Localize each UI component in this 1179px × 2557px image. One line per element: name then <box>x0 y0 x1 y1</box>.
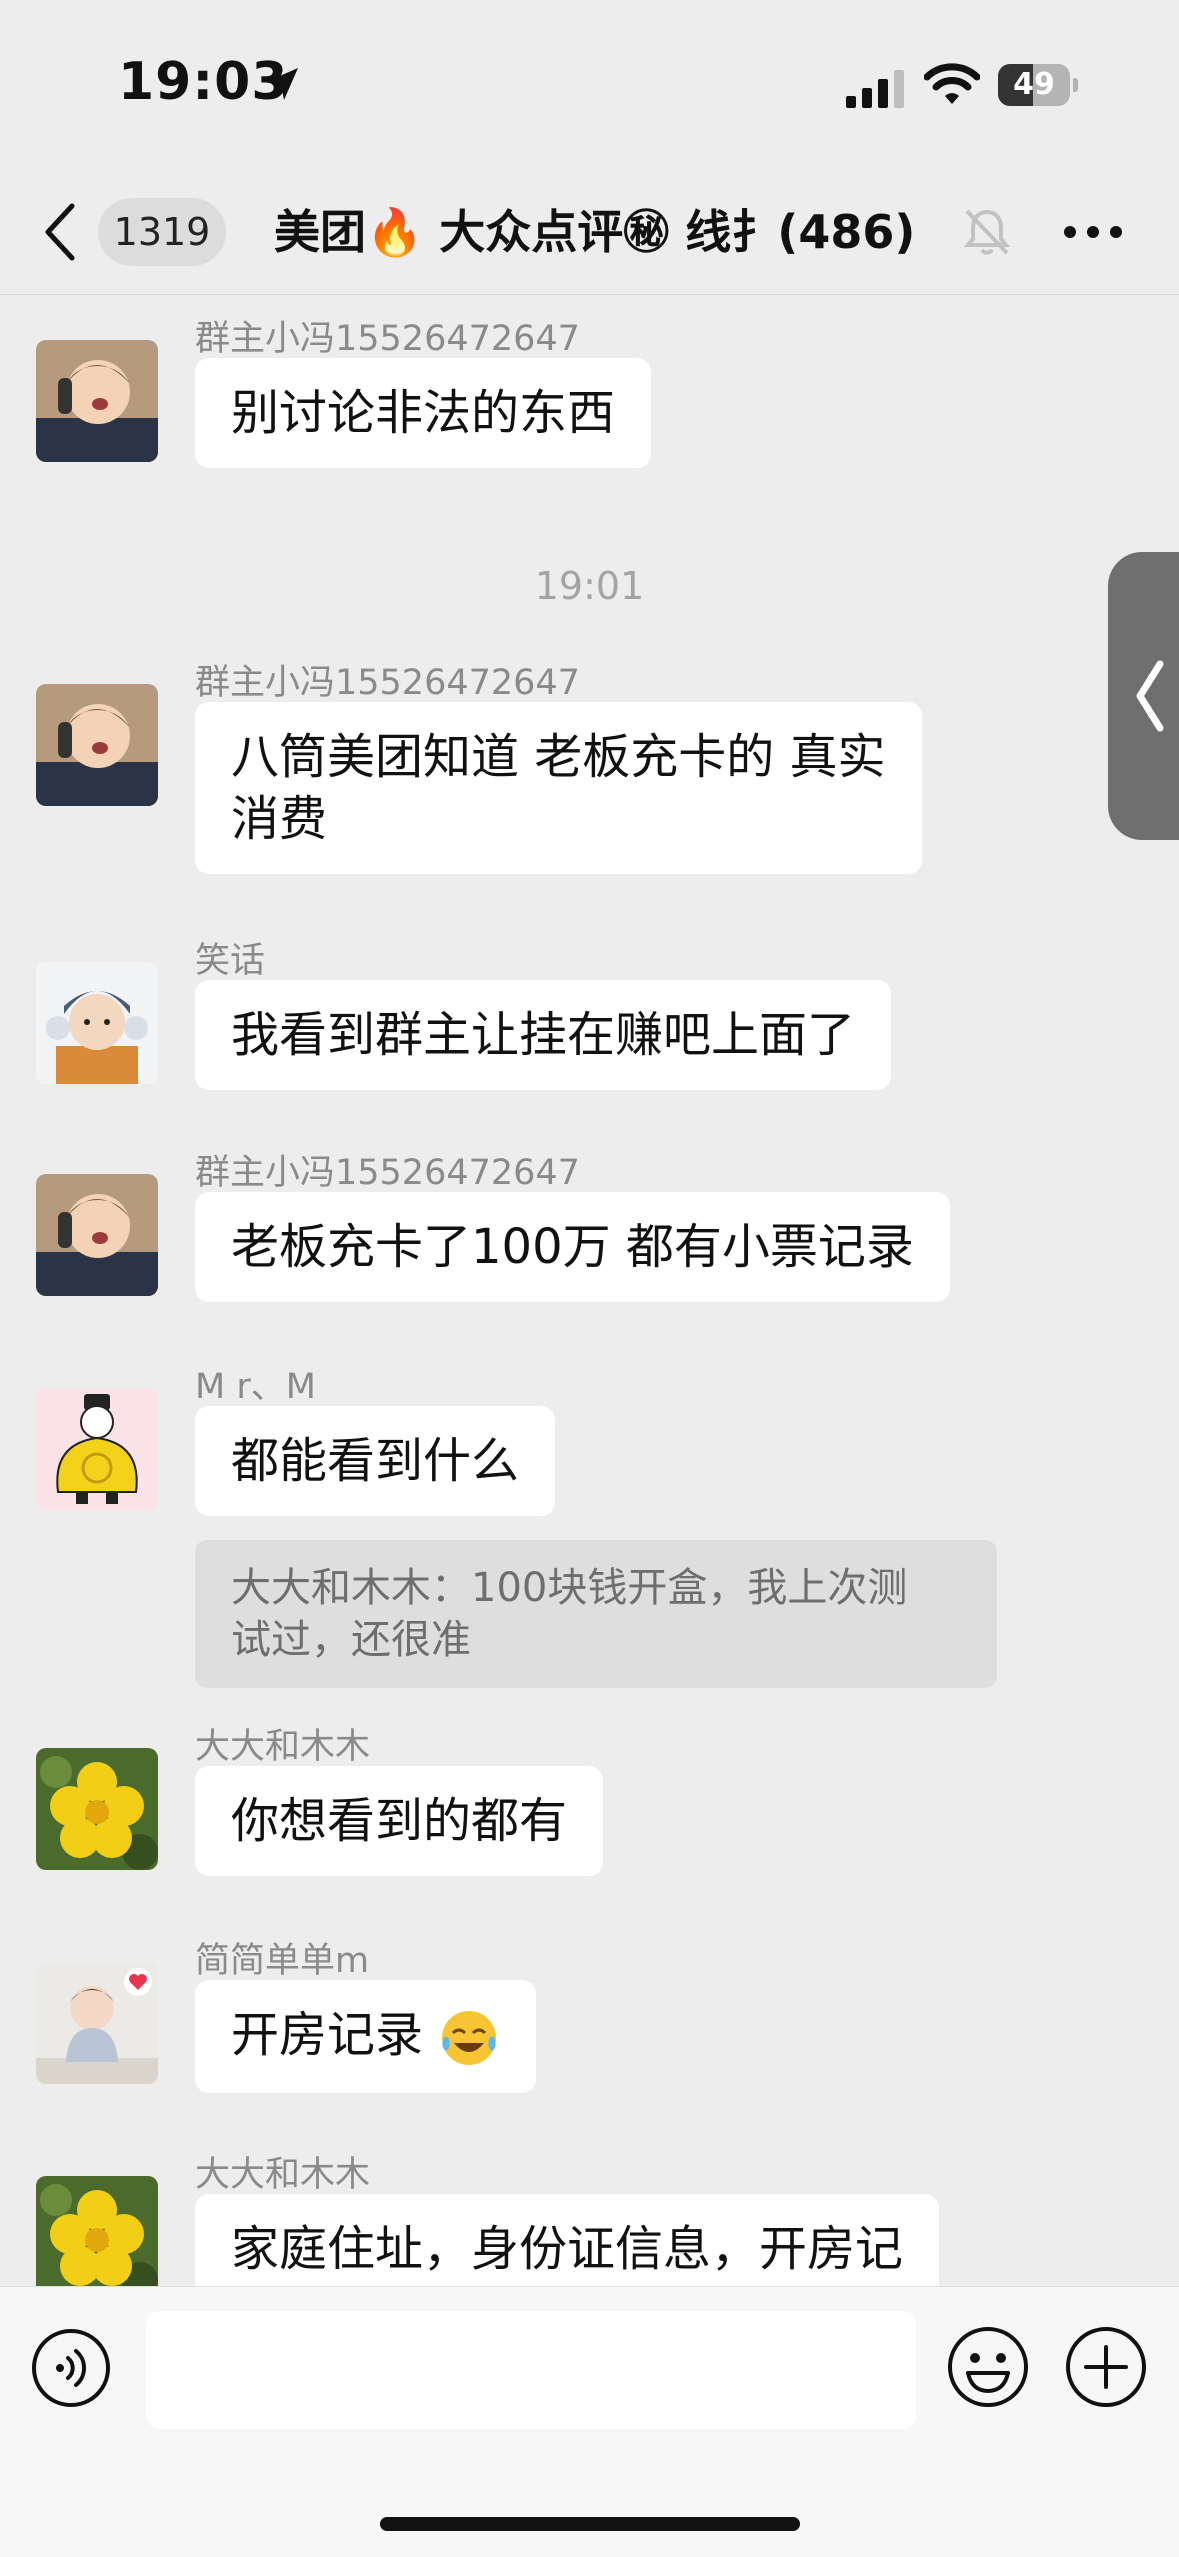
unread-count-badge[interactable]: 1319 <box>98 198 226 266</box>
quoted-message[interactable]: 大大和木木：100块钱开盒，我上次测 试过，还很准 <box>195 1540 997 1688</box>
cellular-signal-icon <box>846 70 904 108</box>
voice-icon[interactable] <box>30 2327 112 2409</box>
message-row: 大大和木木 家庭住址，身份证信息，开房记 <box>0 2146 1179 2286</box>
crying-laughing-emoji <box>442 2011 497 2065</box>
message-bubble[interactable]: 开房记录 <box>195 1980 537 2093</box>
message-input[interactable] <box>146 2311 916 2429</box>
message-line: 八筒美团知道 老板充卡的 真实 <box>231 729 886 785</box>
battery-indicator: 49 <box>998 64 1078 106</box>
wifi-icon <box>924 63 980 104</box>
side-drawer-tab[interactable] <box>1108 552 1179 840</box>
toddler-phone-avatar[interactable] <box>36 340 158 462</box>
battery-percent: 49 <box>1013 67 1055 102</box>
baby-heart-avatar[interactable] <box>36 1962 158 2084</box>
message-bubble[interactable]: 八筒美团知道 老板充卡的 真实 消费 <box>195 702 922 874</box>
message-text: 开房记录 <box>231 2007 424 2063</box>
child-hat-avatar[interactable] <box>36 962 158 1084</box>
message-bubble[interactable]: 别讨论非法的东西 <box>195 358 652 468</box>
sender-name: 笑话 <box>195 941 266 981</box>
message-bubble[interactable]: 家庭住址，身份证信息，开房记 <box>195 2194 940 2286</box>
plus-icon[interactable] <box>1064 2325 1148 2409</box>
sender-name: 大大和木木 <box>195 2155 371 2195</box>
bell-muted-icon <box>963 209 1011 255</box>
input-bar <box>0 2286 1179 2557</box>
message-line: 消费 <box>231 791 328 847</box>
time-separator: 19:01 <box>534 564 645 608</box>
battery-body: 49 <box>998 64 1070 106</box>
quote-line: 试过，还很准 <box>231 1617 471 1663</box>
home-indicator[interactable] <box>380 2517 800 2531</box>
toddler-phone-avatar[interactable] <box>36 1174 158 1296</box>
sender-name: 群主小冯15526472647 <box>195 319 580 359</box>
emoji-icon[interactable] <box>946 2325 1030 2409</box>
sender-name: M r、M <box>195 1367 316 1407</box>
message-row: 大大和木木 你想看到的都有 <box>0 1718 1179 1908</box>
message-row: 群主小冯15526472647 八筒美团知道 老板充卡的 真实 消费 <box>0 654 1179 904</box>
message-bubble[interactable]: 老板充卡了100万 都有小票记录 <box>195 1192 950 1302</box>
yellow-flower-avatar[interactable] <box>36 1748 158 1870</box>
message-row: 简简单单m 开房记录 <box>0 1932 1179 2122</box>
yellow-robe-cartoon-avatar[interactable] <box>36 1388 158 1510</box>
chevron-left-icon <box>1136 660 1164 732</box>
sender-name: 群主小冯15526472647 <box>195 663 580 703</box>
chevron-left-icon[interactable] <box>40 200 80 264</box>
quote-line: 大大和木木：100块钱开盒，我上次测 <box>231 1565 908 1611</box>
message-row: 群主小冯15526472647 老板充卡了100万 都有小票记录 <box>0 1144 1179 1334</box>
chat-title[interactable]: 美团🔥 大众点评㊙ 线扌(486) <box>274 194 944 270</box>
message-row: M r、M 都能看到什么 大大和木木：100块钱开盒，我上次测 试过，还很准 <box>0 1358 1179 1698</box>
sender-name: 群主小冯15526472647 <box>195 1153 580 1193</box>
sender-name: 大大和木木 <box>195 1727 371 1767</box>
message-bubble[interactable]: 都能看到什么 <box>195 1406 556 1516</box>
message-row: 群主小冯15526472647 别讨论非法的东西 <box>0 310 1179 500</box>
sender-name: 简简单单m <box>195 1941 370 1981</box>
status-bar: 19:03 49 <box>0 0 1179 170</box>
message-bubble[interactable]: 你想看到的都有 <box>195 1766 604 1876</box>
chat-header: 1319 美团🔥 大众点评㊙ 线扌(486) <box>0 170 1179 295</box>
yellow-flower-avatar[interactable] <box>36 2176 158 2286</box>
message-row: 笑话 我看到群主让挂在赚吧上面了 <box>0 932 1179 1122</box>
location-arrow-icon <box>266 68 298 100</box>
toddler-phone-avatar[interactable] <box>36 684 158 806</box>
message-list[interactable]: 群主小冯15526472647 别讨论非法的东西 19:01 群主小冯15526… <box>0 296 1179 2286</box>
more-dots-icon[interactable] <box>1062 224 1124 240</box>
message-bubble[interactable]: 我看到群主让挂在赚吧上面了 <box>195 980 892 1090</box>
battery-nub <box>1073 78 1078 92</box>
